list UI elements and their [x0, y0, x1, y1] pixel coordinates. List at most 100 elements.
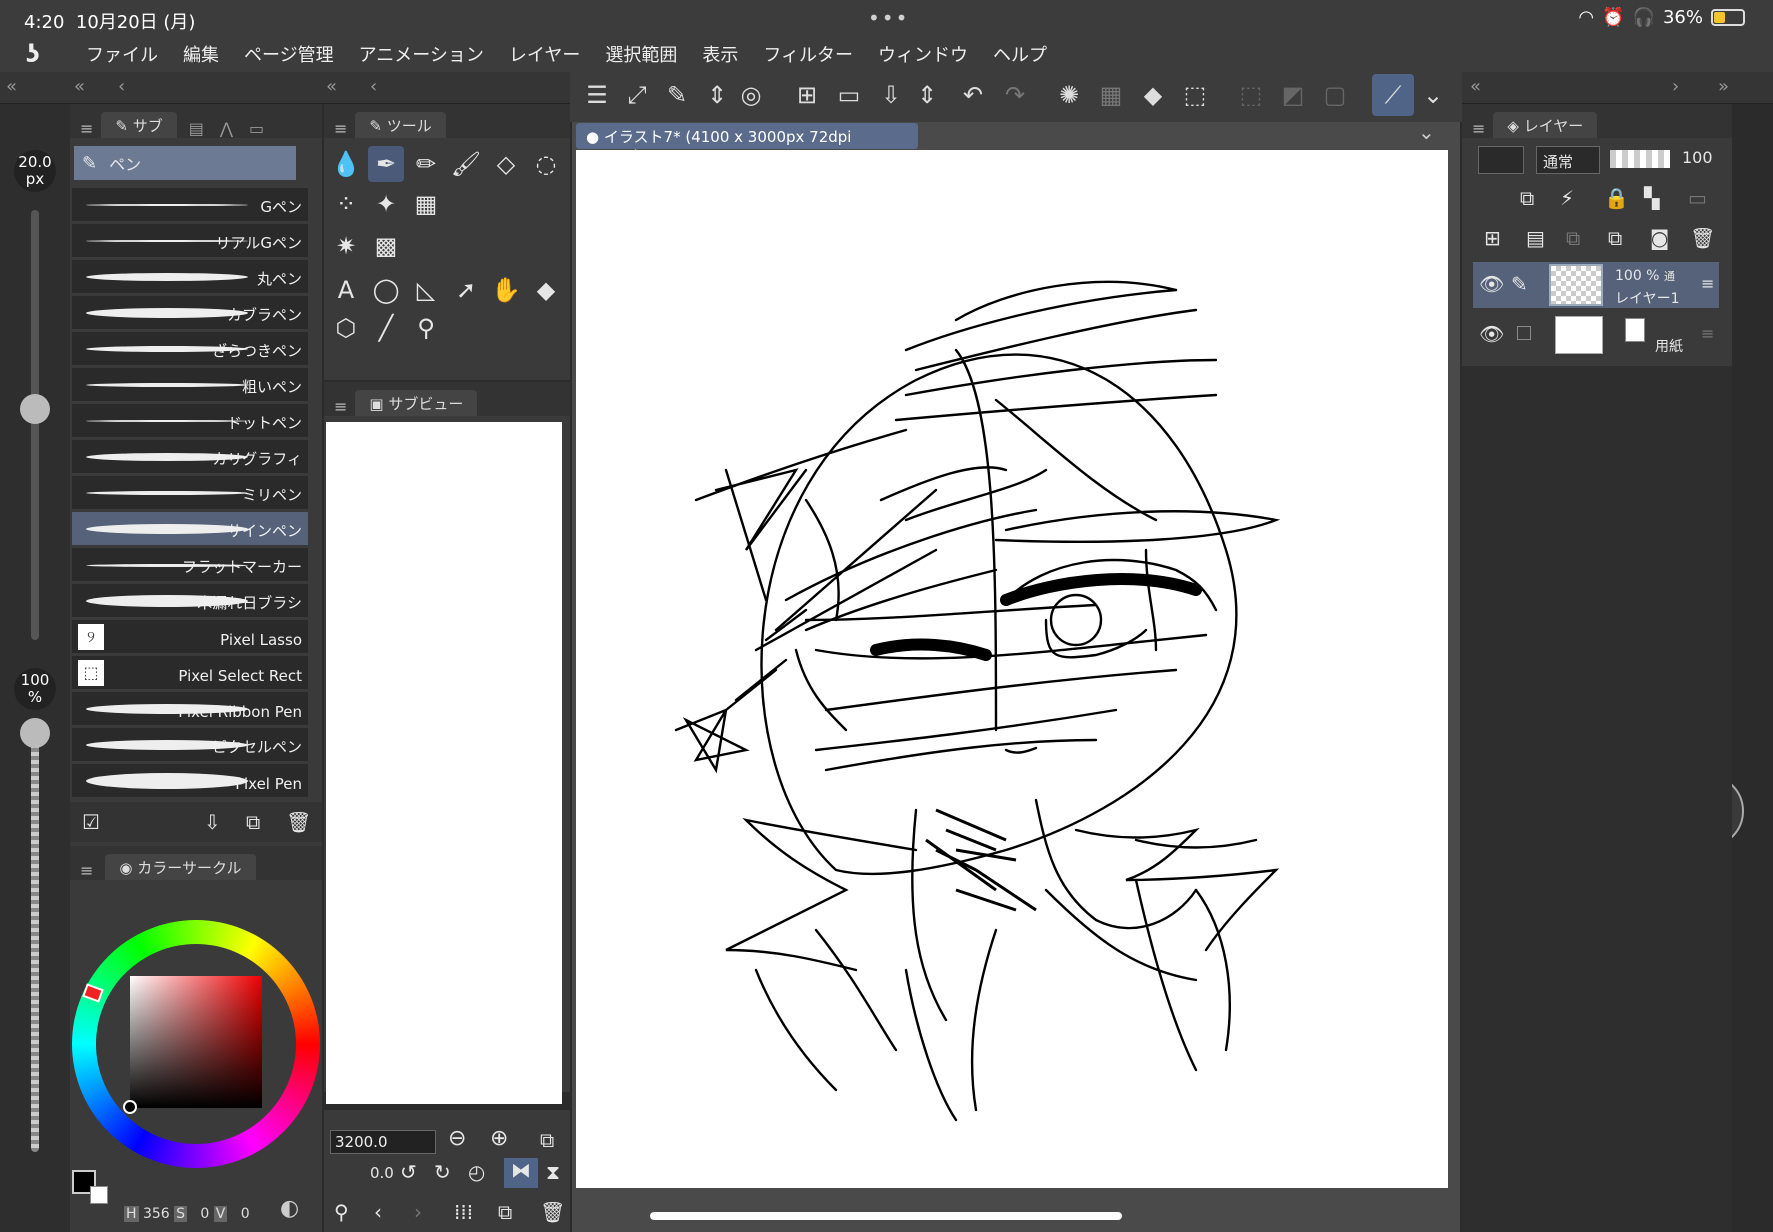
line-tool-icon[interactable]: ╱: [368, 310, 404, 346]
color-mode-icon[interactable]: ◐: [280, 1196, 299, 1221]
save-icon[interactable]: ⇩: [874, 78, 908, 112]
new-raster-layer-icon[interactable]: ⊞: [1484, 226, 1501, 250]
duplicate-brush-icon[interactable]: ⧉: [246, 810, 260, 834]
opacity-slider[interactable]: [31, 722, 39, 1152]
chevron-left-icon-2[interactable]: ‹: [370, 76, 377, 97]
edit-checkbox[interactable]: [1517, 326, 1531, 340]
tab-color-circle[interactable]: ◉ カラーサークル: [105, 854, 256, 880]
menu-edit[interactable]: 編集: [183, 41, 219, 67]
brush-item[interactable]: 粗いペン: [72, 368, 308, 402]
brush-item[interactable]: ⬚ Pixel Select Rect: [72, 656, 308, 690]
rotation-field[interactable]: 0.0: [370, 1164, 394, 1182]
brush-item[interactable]: ざらつきペン: [72, 332, 308, 366]
menu-page[interactable]: ページ管理: [244, 41, 334, 67]
delete-brush-icon[interactable]: 🗑: [286, 810, 311, 834]
brush-size-knob[interactable]: [20, 394, 50, 424]
rotate-right-icon[interactable]: ↻: [434, 1160, 451, 1184]
brush-item[interactable]: ピクセルペン: [72, 728, 308, 762]
gradient-tool-icon[interactable]: ▩: [368, 228, 404, 264]
layer-opacity-value[interactable]: 100: [1682, 148, 1713, 167]
airbrush-tool-icon[interactable]: ⁘: [328, 186, 364, 222]
brush-item[interactable]: ミリペン: [72, 476, 308, 510]
pen-tool-icon[interactable]: ✒: [368, 146, 404, 182]
zoom-in-icon[interactable]: ⊕: [490, 1126, 508, 1151]
mask-icon[interactable]: ▭: [1688, 186, 1707, 210]
tab-sub[interactable]: ✎ サブ: [101, 112, 177, 138]
brush-item[interactable]: 木漏れ日ブラシ: [72, 584, 308, 618]
menu-help[interactable]: ヘルプ: [993, 41, 1047, 67]
lock-icon[interactable]: 🔒: [1604, 186, 1629, 210]
layer-pen-icon[interactable]: ✎: [1511, 272, 1528, 296]
brush-item[interactable]: ドットペン: [72, 404, 308, 438]
eyedropper-tool-icon[interactable]: ⚲: [408, 310, 444, 346]
trash-icon[interactable]: 🗑: [540, 1200, 565, 1224]
app-logo-icon[interactable]: ʖ: [26, 39, 56, 69]
layer-opacity-slider[interactable]: [1610, 150, 1670, 168]
brush-item[interactable]: Pixel Ribbon Pen: [72, 692, 308, 726]
tab-tool[interactable]: ✎ ツール: [355, 112, 446, 138]
next-icon[interactable]: ›: [414, 1200, 422, 1224]
brush-item[interactable]: Gペン: [72, 188, 308, 222]
visibility-eye-icon[interactable]: 👁: [1479, 272, 1504, 296]
brush-item[interactable]: ୨ Pixel Lasso: [72, 620, 308, 654]
menu-file[interactable]: ファイル: [86, 41, 158, 67]
lasso-fill-tool-icon[interactable]: ◌: [528, 146, 564, 182]
new-file-icon[interactable]: ⊞: [790, 78, 824, 112]
sub-color-swatch[interactable]: [90, 1186, 108, 1204]
menu-layer[interactable]: レイヤー: [509, 41, 580, 67]
layer-menu-icon[interactable]: ≡: [1701, 324, 1714, 343]
visibility-eye-icon[interactable]: 👁: [1479, 322, 1504, 346]
drawing-canvas[interactable]: [576, 150, 1448, 1188]
menu-selection[interactable]: 選択範囲: [605, 41, 677, 67]
ruler-toggle-icon[interactable]: ⟋: [1372, 74, 1414, 116]
eraser-tool-icon[interactable]: ◇: [488, 146, 524, 182]
copy-layer-icon[interactable]: ⧉: [1566, 226, 1580, 250]
edit-icon[interactable]: ✎: [660, 78, 694, 112]
operation-tool-icon[interactable]: ➚: [448, 272, 484, 308]
fill-tool-icon[interactable]: ◆: [528, 272, 564, 308]
selected-tool-header[interactable]: ✎ ペン: [74, 146, 296, 180]
prev-icon[interactable]: ‹: [374, 1200, 382, 1224]
menu-icon[interactable]: ≡: [80, 861, 93, 880]
tabs-dropdown-icon[interactable]: ⌄: [1418, 120, 1435, 144]
brush-item[interactable]: フラットマーカー: [72, 548, 308, 582]
flip-horizontal-icon[interactable]: ⧓: [504, 1158, 538, 1188]
menu-view[interactable]: 表示: [702, 41, 738, 67]
balloon-tool-icon[interactable]: ◯: [368, 272, 404, 308]
eyedropper-icon[interactable]: ⚲: [334, 1200, 349, 1224]
import-icon[interactable]: ⧉: [498, 1200, 512, 1224]
brush-settings-icon[interactable]: ☑: [82, 810, 100, 834]
menu-icon[interactable]: ≡: [1472, 119, 1485, 138]
merge-layer-icon[interactable]: ⧉: [1608, 226, 1622, 250]
brush-item[interactable]: カブラペン: [72, 296, 308, 330]
3d-tool-icon[interactable]: ⬡: [328, 310, 364, 346]
menu-icon[interactable]: ≡: [334, 397, 347, 416]
menu-animation[interactable]: アニメーション: [359, 41, 484, 67]
multitask-dots[interactable]: •••: [868, 6, 909, 30]
clear-icon[interactable]: ▦: [1094, 78, 1128, 112]
expand-icon[interactable]: »: [1718, 76, 1729, 97]
collapse-icon-2[interactable]: «: [326, 76, 337, 97]
zoom-field[interactable]: 3200.0: [330, 1130, 436, 1154]
brush-item[interactable]: サインペン: [72, 512, 308, 546]
opacity-knob[interactable]: [20, 718, 50, 748]
hand-tool-icon[interactable]: ✋: [488, 272, 524, 308]
layer-row-paper[interactable]: 👁 用紙 ≡: [1473, 312, 1719, 358]
subview-area[interactable]: [326, 422, 562, 1104]
chevron-right-icon[interactable]: ›: [1672, 76, 1679, 97]
spiral-icon[interactable]: ◎: [734, 78, 768, 112]
rotate-left-icon[interactable]: ↺: [400, 1160, 417, 1184]
tab-icon-3[interactable]: ⋀: [220, 119, 233, 138]
clip-layer-icon[interactable]: ⧉: [1520, 186, 1534, 210]
fill-icon[interactable]: ◆: [1136, 78, 1170, 112]
frame-tool-icon[interactable]: ◺: [408, 272, 444, 308]
brush-item[interactable]: カリグラフィ: [72, 440, 308, 474]
brush-item[interactable]: リアルGペン: [72, 224, 308, 258]
menu-icon[interactable]: ≡: [80, 119, 93, 138]
layer-color-select[interactable]: [1478, 146, 1524, 174]
chevron-left-icon[interactable]: ‹: [118, 76, 125, 97]
loading-icon[interactable]: ✺: [1052, 78, 1086, 112]
brush-tool-icon[interactable]: 🖌: [448, 146, 484, 182]
updown-icon[interactable]: ⇕: [700, 78, 734, 112]
layer-mask-icon[interactable]: ◙: [1650, 226, 1669, 250]
